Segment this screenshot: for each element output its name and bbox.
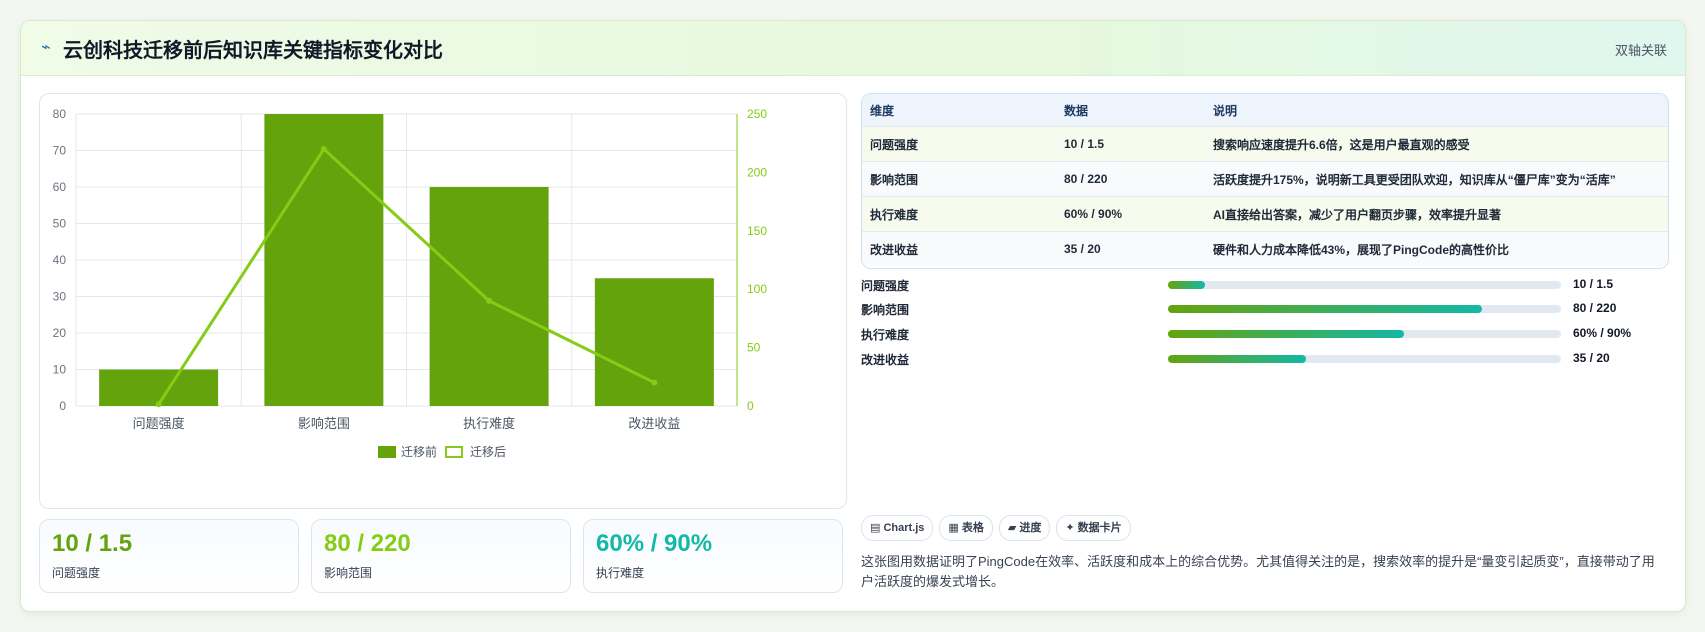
summary-text: 这张图用数据证明了PingCode在效率、活跃度和成本上的综合优势。尤其值得关注… (861, 554, 1655, 589)
progress-row: 改进收益 35 / 20 (861, 351, 1667, 367)
y-right-tick-label: 50 (747, 341, 761, 355)
table-header: 维度 (862, 94, 1056, 127)
kpi-card-scope: 80 / 220 影响范围 (311, 519, 571, 593)
table-cell: 80 / 220 (1056, 161, 1205, 197)
table-cell: 搜索响应速度提升6.6倍，这是用户最直观的感受 (1205, 126, 1668, 162)
bar (594, 278, 714, 406)
x-tick-label: 问题强度 (133, 416, 185, 431)
y-left-tick-label: 10 (53, 363, 67, 377)
chip-data-cards[interactable]: ✦ 数据卡片 (1056, 515, 1131, 541)
table-cell: 执行难度 (862, 196, 1056, 232)
legend-label: 迁移前 (401, 444, 437, 459)
table-header-row: 维度 数据 说明 (862, 94, 1668, 127)
kpi-value: 10 / 1.5 (52, 530, 133, 557)
chip-progress[interactable]: ▰ 进度 (998, 515, 1051, 541)
progress-track (1168, 305, 1561, 313)
progress-label: 执行难度 (861, 328, 910, 342)
y-right-tick-label: 150 (747, 224, 767, 238)
dual-axis-chart: 0 10 20 30 40 50 60 70 80 0 50 100 150 200 250 问题强度 影响范围… (53, 107, 768, 459)
card-header: ⌁ 云创科技迁移前后知识库关键指标变化对比 双轴关联 (21, 21, 1685, 76)
y-right-tick-label: 100 (747, 282, 767, 296)
progress-label: 改进收益 (861, 353, 910, 367)
progress-track (1168, 355, 1561, 363)
kpi-value: 60% / 90% (596, 530, 713, 557)
legend-swatch-line (445, 446, 463, 458)
progress-fill (1168, 330, 1404, 338)
bolt-icon: ⌁ (41, 39, 51, 56)
kpi-card-difficulty: 60% / 90% 执行难度 (583, 519, 843, 593)
comparison-card: ⌁ 云创科技迁移前后知识库关键指标变化对比 双轴关联 0 10 20 30 40 50 60… (20, 20, 1686, 612)
progress-value: 10 / 1.5 (1573, 277, 1614, 291)
y-left-tick-label: 80 (53, 107, 67, 121)
table-cell: 影响范围 (862, 161, 1056, 197)
table-row: 改进收益 35 / 20 硬件和人力成本降低43%，展现了PingCode的高性… (862, 231, 1668, 266)
table-cell: 35 / 20 (1056, 231, 1205, 266)
dual-axis-tag[interactable]: 双轴关联 (1615, 40, 1667, 59)
bar (264, 114, 384, 406)
progress-row: 影响范围 80 / 220 (861, 301, 1667, 317)
data-table: 维度 数据 说明 问题强度 10 / 1.5 搜索响应速度提升6.6倍，这是用户… (861, 93, 1669, 269)
progress-fill (1168, 355, 1306, 363)
legend-label: 迁移后 (470, 445, 506, 459)
x-tick-label: 改进收益 (628, 416, 680, 431)
line-point (651, 379, 658, 386)
y-left-tick-label: 70 (53, 144, 67, 158)
table-header: 数据 (1056, 94, 1205, 127)
progress-track (1168, 330, 1561, 338)
table-cell: 改进收益 (862, 231, 1056, 266)
progress-track (1168, 281, 1561, 289)
x-tick-label: 执行难度 (463, 416, 515, 431)
progress-label: 影响范围 (861, 303, 910, 317)
progress-value: 35 / 20 (1573, 351, 1610, 365)
kpi-label: 问题强度 (52, 566, 101, 580)
progress-value: 60% / 90% (1573, 326, 1632, 340)
table-cell: 问题强度 (862, 126, 1056, 162)
y-left-tick-label: 30 (53, 290, 67, 304)
kpi-label: 影响范围 (324, 566, 373, 580)
table-cell: 硬件和人力成本降低43%，展现了PingCode的高性价比 (1205, 231, 1668, 266)
progress-value: 80 / 220 (1573, 301, 1617, 315)
table-row: 执行难度 60% / 90% AI直接给出答案，减少了用户翻页步骤，效率提升显著 (862, 196, 1668, 232)
y-left-tick-label: 20 (53, 326, 67, 340)
table-row: 影响范围 80 / 220 活跃度提升175%，说明新工具更受团队欢迎，知识库从… (862, 161, 1668, 197)
line-point (320, 146, 327, 153)
y-left-tick-label: 50 (53, 217, 67, 231)
y-left-tick-label: 40 (53, 253, 67, 267)
progress-fill (1168, 305, 1483, 313)
table-cell: 60% / 90% (1056, 196, 1205, 232)
y-right-tick-label: 250 (747, 107, 767, 121)
progress-row: 问题强度 10 / 1.5 (861, 277, 1667, 293)
y-right-tick-label: 200 (747, 165, 767, 179)
page-title: 云创科技迁移前后知识库关键指标变化对比 (63, 40, 443, 62)
line-point (155, 401, 162, 408)
progress-fill (1168, 281, 1206, 289)
bar (429, 187, 549, 406)
kpi-label: 执行难度 (596, 566, 645, 580)
legend-swatch-bar (378, 446, 396, 458)
y-left-tick-label: 0 (59, 399, 66, 413)
bar (99, 369, 219, 406)
progress-row: 执行难度 60% / 90% (861, 326, 1667, 342)
line-point (486, 297, 493, 304)
table-cell: 10 / 1.5 (1056, 126, 1205, 162)
view-chips: ▤ Chart.js ▦ 表格 ▰ 进度 ✦ 数据卡片 (861, 515, 1137, 541)
y-left-tick-label: 60 (53, 180, 67, 194)
kpi-card-problem: 10 / 1.5 问题强度 (39, 519, 299, 593)
chart-container: 0 10 20 30 40 50 60 70 80 0 50 100 150 200 250 问题强度 影响范围… (39, 93, 847, 509)
kpi-value: 80 / 220 (324, 530, 411, 557)
table-cell: 活跃度提升175%，说明新工具更受团队欢迎，知识库从“僵尸库”变为“活库” (1205, 161, 1668, 197)
chip-chartjs[interactable]: ▤ Chart.js (861, 515, 934, 541)
y-right-tick-label: 0 (747, 399, 754, 413)
table-header: 说明 (1205, 94, 1668, 127)
chip-table[interactable]: ▦ 表格 (939, 515, 993, 541)
progress-label: 问题强度 (861, 279, 910, 293)
table-cell: AI直接给出答案，减少了用户翻页步骤，效率提升显著 (1205, 196, 1668, 232)
x-tick-label: 影响范围 (298, 416, 350, 431)
table-row: 问题强度 10 / 1.5 搜索响应速度提升6.6倍，这是用户最直观的感受 (862, 126, 1668, 162)
